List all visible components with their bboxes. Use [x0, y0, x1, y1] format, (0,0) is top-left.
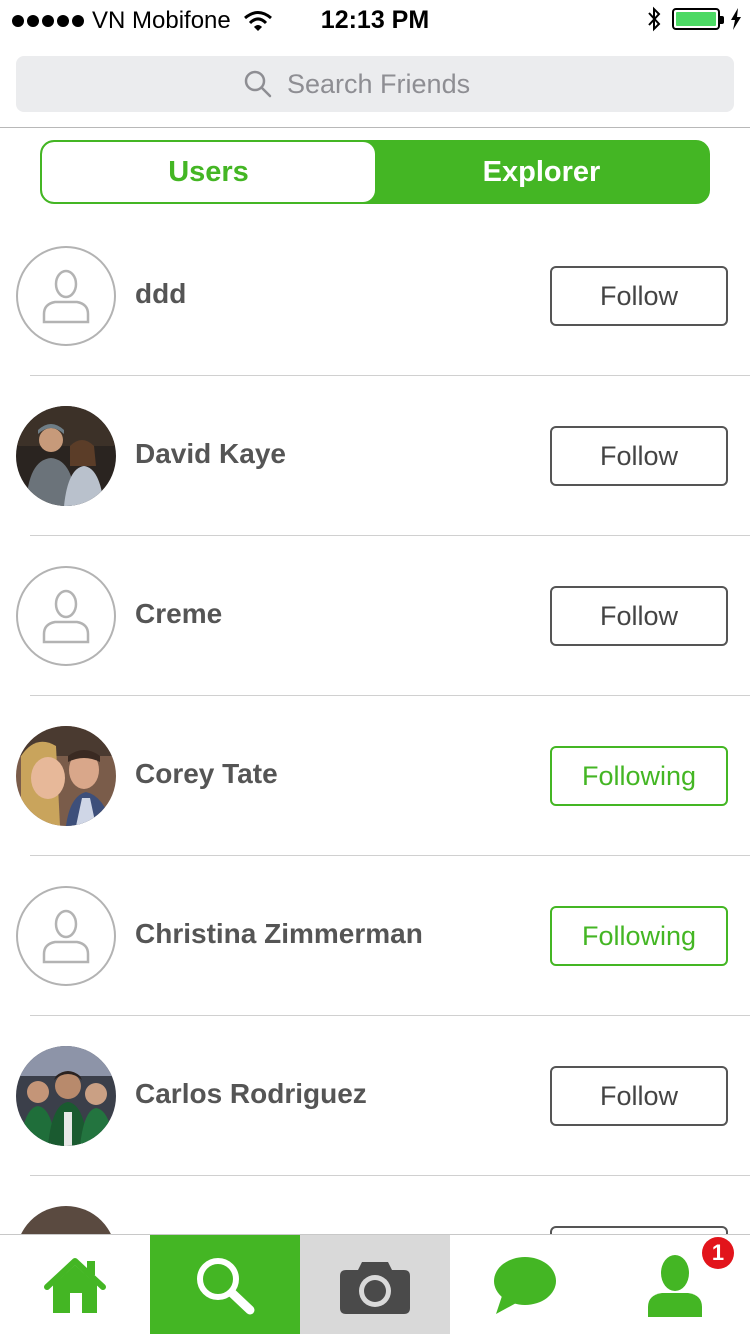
- follow-button[interactable]: Follow: [550, 1066, 728, 1126]
- user-name: Creme: [135, 598, 223, 629]
- charging-icon: [731, 8, 741, 30]
- follow-button[interactable]: Follow: [550, 266, 728, 326]
- user-list[interactable]: ddd Follow David Kaye Follow Creme Follo…: [0, 216, 750, 1234]
- list-item[interactable]: [0, 1176, 750, 1234]
- battery-icon: [672, 8, 724, 30]
- tab-explorer[interactable]: Explorer: [375, 142, 708, 202]
- following-button[interactable]: Following: [550, 746, 728, 806]
- tab-camera[interactable]: [300, 1235, 450, 1334]
- tab-home[interactable]: [0, 1235, 150, 1334]
- segmented-control: Users Explorer: [40, 140, 710, 204]
- follow-button[interactable]: [550, 1226, 728, 1234]
- list-item[interactable]: ddd Follow: [0, 216, 750, 376]
- status-bar: VN Mobifone 12:13 PM: [0, 0, 750, 40]
- user-name: Carlos Rodriguez: [135, 1078, 367, 1109]
- header-divider: [0, 127, 750, 128]
- tab-bar: 1: [0, 1234, 750, 1334]
- search-icon: [244, 70, 272, 98]
- home-icon: [44, 1257, 106, 1313]
- follow-button[interactable]: Follow: [550, 426, 728, 486]
- list-item[interactable]: Carlos Rodriguez Follow: [0, 1016, 750, 1176]
- profile-icon: [648, 1254, 702, 1317]
- avatar: [16, 406, 116, 506]
- avatar: [16, 1046, 116, 1146]
- user-name: Christina Zimmerman: [135, 918, 423, 949]
- user-photo: [16, 1206, 116, 1234]
- list-item[interactable]: Christina Zimmerman Following: [0, 856, 750, 1016]
- notification-badge: 1: [702, 1237, 734, 1269]
- list-item[interactable]: David Kaye Follow: [0, 376, 750, 536]
- camera-icon: [340, 1261, 410, 1314]
- search-bar[interactable]: [16, 56, 734, 112]
- tab-messages[interactable]: [450, 1235, 600, 1334]
- tab-users[interactable]: Users: [42, 142, 375, 202]
- follow-button[interactable]: Follow: [550, 586, 728, 646]
- avatar: [16, 1206, 116, 1234]
- user-placeholder-icon: [42, 909, 90, 964]
- user-placeholder-icon: [42, 589, 90, 644]
- avatar: [16, 566, 116, 666]
- user-name: Corey Tate: [135, 758, 278, 789]
- tab-search[interactable]: [150, 1235, 300, 1334]
- search-input[interactable]: [287, 68, 507, 100]
- status-right: [646, 6, 742, 32]
- avatar: [16, 246, 116, 346]
- status-time: 12:13 PM: [320, 6, 430, 34]
- tab-profile[interactable]: 1: [600, 1235, 750, 1334]
- list-item[interactable]: Corey Tate Following: [0, 696, 750, 856]
- avatar: [16, 726, 116, 826]
- user-photo: [16, 726, 116, 826]
- list-item[interactable]: Creme Follow: [0, 536, 750, 696]
- search-icon: [197, 1257, 255, 1314]
- avatar: [16, 886, 116, 986]
- user-placeholder-icon: [42, 269, 90, 324]
- user-name: David Kaye: [135, 438, 286, 469]
- user-photo: [16, 406, 116, 506]
- chat-icon: [494, 1256, 556, 1314]
- user-name: ddd: [135, 278, 187, 309]
- user-photo: [16, 1046, 116, 1146]
- bluetooth-icon: [648, 6, 661, 32]
- following-button[interactable]: Following: [550, 906, 728, 966]
